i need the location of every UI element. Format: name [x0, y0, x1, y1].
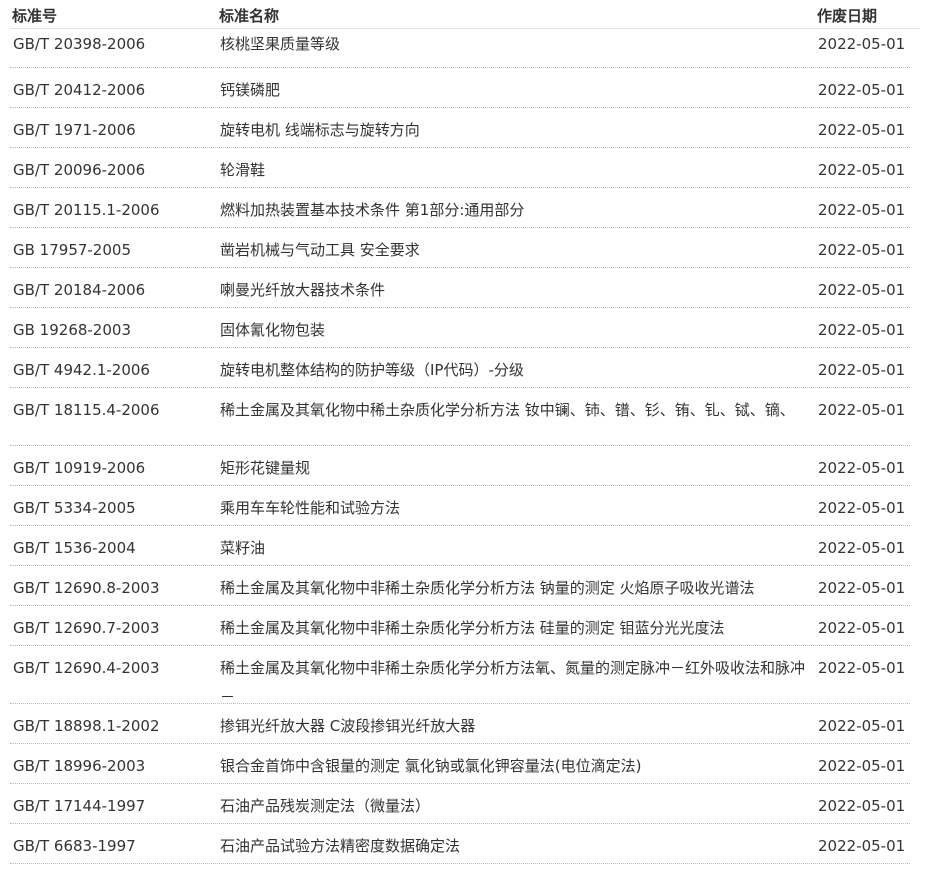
- cell-date: 2022-05-01: [818, 161, 906, 179]
- cell-code: GB/T 18115.4-2006: [13, 401, 160, 419]
- cell-code: GB/T 18898.1-2002: [13, 717, 160, 735]
- cell-name[interactable]: 银合金首饰中含银量的测定 氯化钠或氯化钾容量法(电位滴定法): [220, 752, 818, 781]
- cell-code: GB/T 1971-2006: [13, 121, 136, 139]
- cell-code: GB/T 20115.1-2006: [13, 201, 160, 219]
- cell-name[interactable]: 掺铒光纤放大器 C波段掺铒光纤放大器: [220, 712, 818, 741]
- table-row: GB/T 18115.4-2006 稀土金属及其氧化物中稀土杂质化学分析方法 钕中…: [10, 388, 910, 446]
- cell-name[interactable]: 矩形花键量规: [220, 454, 818, 483]
- table-row: GB/T 20412-2006 钙镁磷肥 2022-05-01: [10, 68, 910, 108]
- cell-name[interactable]: 稀土金属及其氧化物中非稀土杂质化学分析方法 钠量的测定 火焰原子吸收光谱法: [220, 574, 818, 603]
- table-row: GB/T 12690.8-2003 稀土金属及其氧化物中非稀土杂质化学分析方法 钠…: [10, 566, 910, 606]
- table-body: GB/T 20398-2006 核桃坚果质量等级 2022-05-01 GB/T 20…: [0, 29, 947, 864]
- table-header: 标准号 标准名称 作废日期: [10, 0, 920, 29]
- cell-code: GB/T 10919-2006: [13, 459, 146, 477]
- column-header-code: 标准号: [12, 7, 58, 25]
- table-row: GB/T 1536-2004 菜籽油 2022-05-01: [10, 526, 910, 566]
- table-row: GB/T 20398-2006 核桃坚果质量等级 2022-05-01: [10, 29, 910, 68]
- cell-code: GB/T 20184-2006: [13, 281, 146, 299]
- cell-date: 2022-05-01: [818, 539, 906, 557]
- cell-code: GB/T 12690.4-2003: [13, 659, 160, 677]
- cell-name[interactable]: 核桃坚果质量等级: [220, 30, 818, 59]
- cell-date: 2022-05-01: [818, 579, 906, 597]
- cell-name[interactable]: 石油产品残炭测定法（微量法）: [220, 792, 818, 821]
- cell-code: GB/T 1536-2004: [13, 539, 136, 557]
- cell-name[interactable]: 石油产品试验方法精密度数据确定法: [220, 832, 818, 861]
- table-row: GB/T 20184-2006 喇曼光纤放大器技术条件 2022-05-01: [10, 268, 910, 308]
- table-row: GB/T 18996-2003 银合金首饰中含银量的测定 氯化钠或氯化钾容量法(电…: [10, 744, 910, 784]
- cell-date: 2022-05-01: [818, 837, 906, 855]
- cell-date: 2022-05-01: [818, 401, 906, 419]
- cell-name[interactable]: 凿岩机械与气动工具 安全要求: [220, 236, 818, 265]
- cell-name[interactable]: 喇曼光纤放大器技术条件: [220, 276, 818, 305]
- cell-date: 2022-05-01: [818, 201, 906, 219]
- cell-code: GB/T 4942.1-2006: [13, 361, 150, 379]
- cell-code: GB 19268-2003: [13, 321, 131, 339]
- table-row: GB/T 6683-1997 石油产品试验方法精密度数据确定法 2022-05-01: [10, 824, 910, 864]
- cell-code: GB/T 12690.8-2003: [13, 579, 160, 597]
- standards-table: 标准号 标准名称 作废日期 GB/T 20398-2006 核桃坚果质量等级 202…: [0, 0, 947, 864]
- table-row: GB/T 17144-1997 石油产品残炭测定法（微量法） 2022-05-01: [10, 784, 910, 824]
- table-row: GB/T 1971-2006 旋转电机 线端标志与旋转方向 2022-05-01: [10, 108, 910, 148]
- cell-name[interactable]: 轮滑鞋: [220, 156, 818, 185]
- cell-code: GB/T 18996-2003: [13, 757, 146, 775]
- table-row: GB/T 12690.4-2003 稀土金属及其氧化物中非稀土杂质化学分析方法氧、…: [10, 646, 910, 706]
- cell-name[interactable]: 菜籽油: [220, 534, 818, 563]
- cell-date: 2022-05-01: [818, 717, 906, 735]
- cell-date: 2022-05-01: [818, 459, 906, 477]
- cell-date: 2022-05-01: [818, 81, 906, 99]
- table-row: GB/T 18898.1-2002 掺铒光纤放大器 C波段掺铒光纤放大器 2022-…: [10, 704, 910, 744]
- cell-code: GB/T 20096-2006: [13, 161, 146, 179]
- cell-code: GB/T 12690.7-2003: [13, 619, 160, 637]
- table-row: GB/T 20115.1-2006 燃料加热装置基本技术条件 第1部分:通用部分 2…: [10, 188, 910, 228]
- table-row: GB 17957-2005 凿岩机械与气动工具 安全要求 2022-05-01: [10, 228, 910, 268]
- cell-date: 2022-05-01: [818, 121, 906, 139]
- cell-date: 2022-05-01: [818, 619, 906, 637]
- cell-code: GB/T 6683-1997: [13, 837, 136, 855]
- cell-code: GB/T 5334-2005: [13, 499, 136, 517]
- cell-name[interactable]: 稀土金属及其氧化物中稀土杂质化学分析方法 钕中镧、铈、镨、钐、铕、钆、铽、镝、: [220, 396, 818, 425]
- cell-date: 2022-05-01: [818, 757, 906, 775]
- table-row: GB/T 5334-2005 乘用车车轮性能和试验方法 2022-05-01: [10, 486, 910, 526]
- table-row: GB/T 4942.1-2006 旋转电机整体结构的防护等级（IP代码）-分级 20…: [10, 348, 910, 388]
- cell-date: 2022-05-01: [818, 241, 906, 259]
- table-row: GB/T 10919-2006 矩形花键量规 2022-05-01: [10, 446, 910, 486]
- cell-code: GB/T 20398-2006: [13, 35, 146, 53]
- cell-name[interactable]: 旋转电机 线端标志与旋转方向: [220, 116, 818, 145]
- cell-name[interactable]: 稀土金属及其氧化物中非稀土杂质化学分析方法 硅量的测定 钼蓝分光光度法: [220, 614, 818, 643]
- column-header-date: 作废日期: [817, 7, 878, 25]
- cell-code: GB/T 20412-2006: [13, 81, 146, 99]
- cell-date: 2022-05-01: [818, 35, 906, 53]
- cell-name[interactable]: 钙镁磷肥: [220, 76, 818, 105]
- cell-code: GB/T 17144-1997: [13, 797, 146, 815]
- cell-name[interactable]: 燃料加热装置基本技术条件 第1部分:通用部分: [220, 196, 818, 225]
- table-row: GB 19268-2003 固体氰化物包装 2022-05-01: [10, 308, 910, 348]
- cell-name[interactable]: 乘用车车轮性能和试验方法: [220, 494, 818, 523]
- cell-name[interactable]: 固体氰化物包装: [220, 316, 818, 345]
- cell-date: 2022-05-01: [818, 281, 906, 299]
- column-header-name: 标准名称: [219, 7, 280, 25]
- table-row: GB/T 20096-2006 轮滑鞋 2022-05-01: [10, 148, 910, 188]
- table-row: GB/T 12690.7-2003 稀土金属及其氧化物中非稀土杂质化学分析方法 硅…: [10, 606, 910, 646]
- cell-code: GB 17957-2005: [13, 241, 131, 259]
- cell-date: 2022-05-01: [818, 361, 906, 379]
- cell-date: 2022-05-01: [818, 797, 906, 815]
- cell-date: 2022-05-01: [818, 321, 906, 339]
- cell-name[interactable]: 旋转电机整体结构的防护等级（IP代码）-分级: [220, 356, 818, 385]
- cell-date: 2022-05-01: [818, 499, 906, 517]
- cell-date: 2022-05-01: [818, 659, 906, 677]
